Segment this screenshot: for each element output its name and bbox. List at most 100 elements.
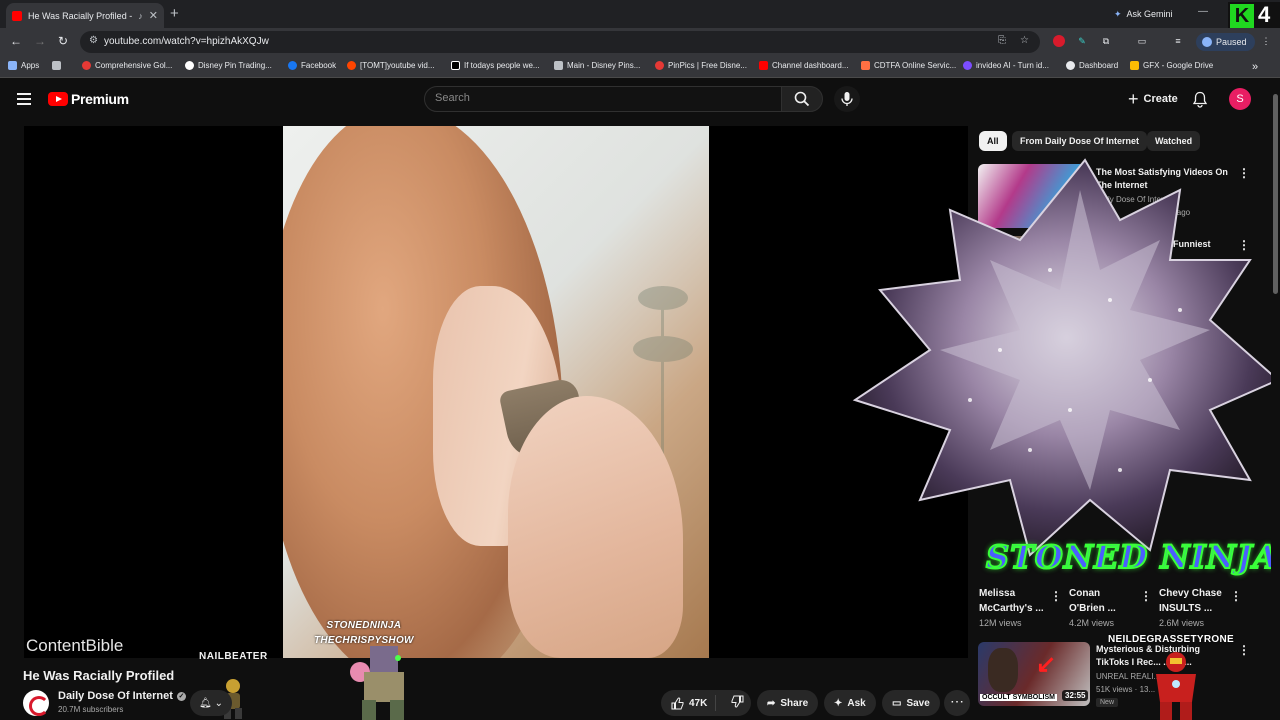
short-title[interactable]: Conan O'Brien ... <box>1069 586 1116 616</box>
overlay-number: 4 <box>1258 2 1271 27</box>
more-actions-icon[interactable]: ⋯ <box>944 690 970 716</box>
search-icon <box>794 91 810 107</box>
contentbible-watermark: ContentBible <box>26 636 124 655</box>
like-dislike-group: 47K <box>661 690 751 716</box>
subscriber-count: 20.7M subscribers <box>58 705 124 714</box>
rec-more-icon[interactable]: ⋮ <box>1238 643 1250 657</box>
hamburger-menu-icon[interactable] <box>17 93 31 105</box>
bookmark-facebook[interactable]: Facebook <box>288 61 336 70</box>
bookmark-dashboard[interactable]: Dashboard <box>1066 61 1118 70</box>
back-arrow-icon[interactable]: ← <box>10 34 22 48</box>
reading-list-icon[interactable]: ≡ <box>1172 35 1184 47</box>
thumbs-up-icon <box>671 697 684 709</box>
video-thumbnail[interactable]: ↙ OCCULT SYMBOLISM 32:55 <box>978 642 1090 706</box>
extensions-puzzle-icon[interactable]: ⧉ <box>1100 35 1112 47</box>
subscribed-bell-button[interactable]: 🔔︎ ⌄ <box>190 690 232 716</box>
minimize-window-icon[interactable]: — <box>1198 6 1208 17</box>
search-box[interactable] <box>424 86 782 112</box>
bookmark-tomt[interactable]: [TOMT]youtube vid... <box>347 61 435 70</box>
bookmark-pinpics[interactable]: PinPics | Free Disne... <box>655 61 747 70</box>
video-duration: 32:55 <box>1062 690 1089 701</box>
chevron-down-icon: ⌄ <box>214 697 224 709</box>
close-tab-icon[interactable]: ✕ <box>149 9 158 22</box>
voice-search-button[interactable] <box>834 86 860 112</box>
bookmark-invideo[interactable]: invideo AI - Turn id... <box>963 61 1049 70</box>
google-drive-icon <box>1130 61 1139 70</box>
notifications-bell-icon[interactable] <box>1192 91 1208 113</box>
new-tab-button[interactable]: + <box>170 5 179 22</box>
bookmark-disney-pin-trading[interactable]: Disney Pin Trading... <box>185 61 272 70</box>
video-player[interactable]: ContentBible <box>24 126 968 658</box>
verified-check-icon: ✓ <box>176 691 186 701</box>
install-app-icon[interactable]: ⎘ <box>998 35 1006 46</box>
bell-icon: 🔔︎ <box>198 697 212 709</box>
apps-grid-icon <box>8 61 17 70</box>
channel-name-link[interactable]: Daily Dose Of Internet ✓ <box>58 690 186 702</box>
forward-arrow-icon[interactable]: → <box>34 34 46 48</box>
youtube-premium-logo[interactable]: Premium <box>48 91 129 107</box>
share-button[interactable]: ➦ Share <box>757 690 819 716</box>
search-button[interactable] <box>781 86 823 112</box>
bookmark-gfx-drive[interactable]: GFX - Google Drive <box>1130 61 1213 70</box>
page-scrollbar[interactable] <box>1271 80 1280 720</box>
bookmark-label: Channel dashboard... <box>772 61 849 70</box>
k-logo-icon: K <box>1230 4 1254 28</box>
browser-tab-active[interactable]: He Was Racially Profiled - Y ♪ ✕ <box>6 3 164 28</box>
reload-icon[interactable]: ↻ <box>58 34 68 48</box>
short-title[interactable]: Chevy Chase INSULTS ... <box>1159 586 1222 616</box>
logo-text: Premium <box>71 91 129 107</box>
bookmark-label: GFX - Google Drive <box>1143 61 1214 70</box>
split-view-icon[interactable]: ▭ <box>1136 35 1148 47</box>
browser-toolbar: ← → ↻ ⚙ youtube.com/watch?v=hpizhAkXQJw … <box>0 28 1280 56</box>
short-title-line: Melissa <box>979 588 1016 599</box>
bookmark-channel-dashboard[interactable]: Channel dashboard... <box>759 61 849 70</box>
ask-gemini-button[interactable]: ✦ Ask Gemini <box>1104 5 1183 23</box>
site-info-icon[interactable]: ⚙ <box>89 35 98 46</box>
reddit-icon <box>347 61 356 70</box>
account-avatar[interactable]: S <box>1229 88 1251 110</box>
extension-red-icon[interactable] <box>1053 35 1065 47</box>
channel-avatar[interactable] <box>23 690 49 716</box>
bookmark-favicon-icon <box>963 61 972 70</box>
like-button[interactable]: 47K <box>661 695 717 711</box>
short-more-icon[interactable]: ⋮ <box>1140 589 1152 603</box>
bookmark-comprehensive[interactable]: Comprehensive Gol... <box>82 61 172 70</box>
bookmark-main-disney-pins[interactable]: Main - Disney Pins... <box>554 61 640 70</box>
scrollbar-thumb[interactable] <box>1273 94 1278 294</box>
bookmark-apps[interactable]: Apps <box>8 61 39 70</box>
tab-title: He Was Racially Profiled - Y <box>28 10 133 21</box>
audio-playing-icon[interactable]: ♪ <box>138 11 143 21</box>
chip-all[interactable]: All <box>979 131 1007 151</box>
short-title[interactable]: Melissa McCarthy's ... <box>979 586 1044 616</box>
create-button[interactable]: + Create <box>1118 87 1188 111</box>
youtube-play-icon <box>48 92 68 106</box>
bookmark-favicon-icon <box>861 61 870 70</box>
short-title-line: McCarthy's ... <box>979 603 1044 614</box>
bookmark-favicon-icon <box>82 61 91 70</box>
save-button[interactable]: ▭ Save <box>882 690 940 716</box>
url-text[interactable]: youtube.com/watch?v=hpizhAkXQJw <box>104 36 269 47</box>
address-bar[interactable]: ⚙ youtube.com/watch?v=hpizhAkXQJw ⎘ ☆ <box>80 31 1040 53</box>
dislike-button[interactable] <box>721 695 754 711</box>
more-bookmarks-icon[interactable]: » <box>1252 61 1258 73</box>
bookmark-todays-people[interactable]: If todays people we... <box>451 61 540 70</box>
ask-ai-button[interactable]: ✦ Ask <box>824 690 876 716</box>
browser-menu-icon[interactable]: ⋮ <box>1260 35 1272 47</box>
bookmark-cdtfa[interactable]: CDTFA Online Servic... <box>861 61 956 70</box>
short-title-line: INSULTS ... <box>1159 603 1213 614</box>
bookmark-label: Comprehensive Gol... <box>95 61 173 70</box>
short-more-icon[interactable]: ⋮ <box>1230 589 1242 603</box>
bookmark-label: CDTFA Online Servic... <box>874 61 957 70</box>
bookmark-label: PinPics | Free Disne... <box>668 61 747 70</box>
short-more-icon[interactable]: ⋮ <box>1050 589 1062 603</box>
chip-from-channel[interactable]: From Daily Dose Of Internet <box>1012 131 1148 151</box>
robot-character-sticker <box>350 646 404 720</box>
bookmark-grid[interactable] <box>52 61 61 70</box>
profile-paused-button[interactable]: Paused <box>1196 33 1255 51</box>
short-title-line: Conan <box>1069 588 1101 599</box>
search-input[interactable] <box>435 92 765 104</box>
bookmark-star-icon[interactable]: ☆ <box>1020 35 1029 46</box>
extension-wand-icon[interactable]: ✎ <box>1076 35 1088 47</box>
bookmark-label: Facebook <box>301 61 337 70</box>
chip-watched[interactable]: Watched <box>1147 131 1201 151</box>
